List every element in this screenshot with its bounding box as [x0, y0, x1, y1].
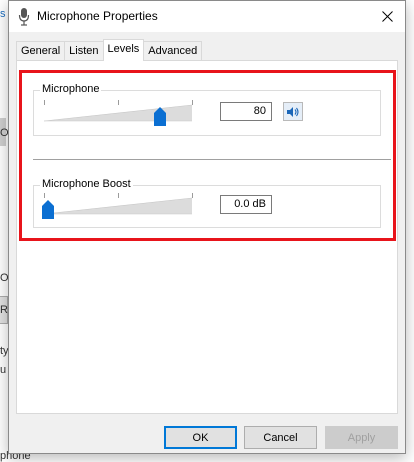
- tab-strip: General Listen Levels Advanced: [16, 39, 203, 61]
- levels-panel: Microphone 80 Microphone Boost 0.0 dB: [16, 60, 398, 414]
- close-icon: [381, 11, 393, 22]
- tab-listen[interactable]: Listen: [64, 41, 104, 61]
- title-bar[interactable]: Microphone Properties: [9, 1, 405, 32]
- microphone-icon: [18, 8, 30, 26]
- close-button[interactable]: [369, 1, 405, 32]
- dialog-title: Microphone Properties: [37, 9, 158, 23]
- background-text-fragment: s: [0, 8, 6, 20]
- screen: s Ou Ou Re ty u phone Microphone Propert…: [0, 0, 414, 462]
- cancel-button[interactable]: Cancel: [244, 426, 317, 449]
- tab-advanced[interactable]: Advanced: [143, 41, 203, 61]
- apply-button[interactable]: Apply: [325, 426, 398, 449]
- tab-general[interactable]: General: [16, 41, 66, 61]
- background-text-fragment: u: [0, 364, 7, 376]
- annotation-highlight-box: [19, 70, 396, 241]
- microphone-properties-dialog: Microphone Properties General Listen Lev…: [8, 0, 406, 454]
- ok-button[interactable]: OK: [164, 426, 237, 449]
- tab-levels[interactable]: Levels: [102, 39, 145, 61]
